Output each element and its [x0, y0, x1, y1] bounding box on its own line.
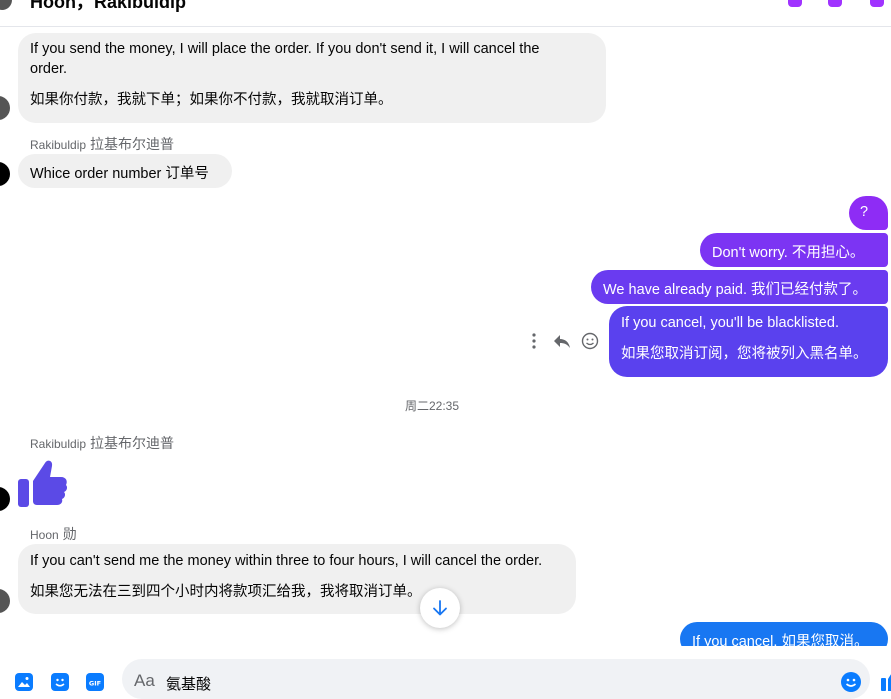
emoji-icon[interactable] — [841, 672, 861, 692]
info-icon[interactable] — [870, 0, 884, 7]
message-text: If you send the money, I will place the … — [30, 41, 540, 57]
message-text: Don't worry. 不用担心。 — [712, 245, 865, 261]
sender-name: Rakibuldip 拉基布尔迪普 — [30, 433, 174, 453]
chat-header: Hoon，Rakibuldip — [0, 0, 891, 27]
aa-label: Aa — [134, 671, 155, 690]
message-bubble-incoming[interactable]: Whice order number 订单号 — [18, 154, 232, 188]
message-text: ? — [860, 204, 869, 220]
message-bubble-outgoing[interactable]: ? — [849, 196, 888, 230]
sender-name-cn: 勋 — [62, 526, 77, 542]
thumbs-up-icon[interactable] — [17, 457, 69, 509]
message-bubble-outgoing[interactable]: If you cancel. 如果您取消。 — [680, 622, 888, 646]
timestamp: 周二22:35 — [405, 399, 460, 413]
message-text: If you can't send me the money within th… — [30, 553, 543, 569]
more-icon[interactable] — [528, 331, 540, 351]
message-bubble-incoming[interactable]: If you send the money, I will place the … — [18, 33, 606, 123]
emoji-icon[interactable] — [581, 332, 599, 350]
sticker-icon[interactable] — [51, 673, 69, 691]
call-icon[interactable] — [788, 0, 802, 7]
sender-name-latin: Rakibuldip — [30, 138, 87, 152]
sender-name: Rakibuldip 拉基布尔迪普 — [30, 134, 174, 154]
avatar[interactable] — [0, 162, 10, 186]
message-bubble-incoming[interactable]: If you can't send me the money within th… — [18, 544, 576, 614]
message-text: Whice order number 订单号 — [30, 166, 209, 182]
message-input[interactable]: Aa 氨基酸 — [122, 659, 870, 699]
message-text: order. — [30, 61, 68, 77]
message-bubble-outgoing[interactable]: If you cancel, you'll be blacklisted. 如果… — [609, 306, 888, 377]
reply-icon[interactable] — [553, 332, 571, 350]
sender-name-latin: Rakibuldip — [30, 437, 87, 451]
message-text: If you cancel. 如果您取消。 — [692, 634, 869, 646]
header-avatar[interactable] — [0, 0, 12, 10]
message-text: If you cancel, you'll be blacklisted. — [621, 315, 839, 331]
video-call-icon[interactable] — [828, 0, 842, 7]
chat-title[interactable]: Hoon，Rakibuldip — [30, 0, 186, 14]
message-text: We have already paid. 我们已经付款了。 — [603, 282, 868, 298]
thumbs-up-icon[interactable] — [880, 670, 891, 692]
message-text: 如果您无法在三到四个小时内将款项汇给我，我将取消订单。 — [30, 584, 422, 600]
message-bubble-outgoing[interactable]: We have already paid. 我们已经付款了。 — [591, 270, 888, 304]
sender-name-cn: 拉基布尔迪普 — [90, 435, 175, 451]
message-text: 如果你付款，我就下单；如果你不付款，我就取消订单。 — [30, 92, 393, 108]
sender-name: Hoon 勋 — [30, 524, 77, 544]
avatar[interactable] — [0, 589, 10, 613]
svg-text:GIF: GIF — [89, 680, 101, 688]
gif-icon[interactable]: GIF — [86, 673, 104, 691]
scroll-to-bottom-button[interactable] — [420, 588, 460, 628]
avatar[interactable] — [0, 96, 10, 120]
arrow-down-icon — [433, 600, 447, 616]
avatar[interactable] — [0, 487, 10, 511]
sender-name-latin: Hoon — [30, 528, 59, 542]
message-bubble-outgoing[interactable]: Don't worry. 不用担心。 — [700, 233, 888, 267]
message-text: 如果您取消订阅，您将被列入黑名单。 — [621, 346, 868, 362]
sender-name-cn: 拉基布尔迪普 — [90, 136, 175, 152]
image-icon[interactable] — [15, 673, 33, 691]
message-input-value: 氨基酸 — [166, 676, 212, 693]
